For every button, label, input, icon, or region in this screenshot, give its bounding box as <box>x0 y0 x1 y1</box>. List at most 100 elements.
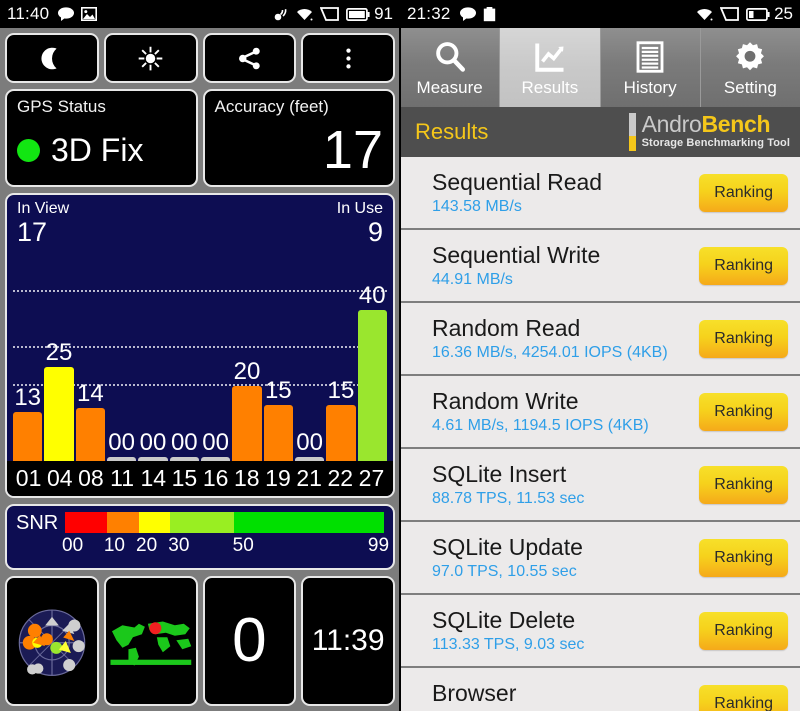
accuracy-label: Accuracy (feet) <box>214 97 329 116</box>
chart-bar-column: 13 <box>13 258 43 461</box>
night-mode-button[interactable] <box>5 33 99 83</box>
snr-legend-wrap: SNR 00 10 20 30 50 99 <box>0 501 400 573</box>
world-map-widget[interactable] <box>103 576 198 706</box>
chart-axis-label: 11 <box>110 465 135 491</box>
chart-bar-column: 15 <box>326 258 356 461</box>
chart-bar <box>357 310 387 461</box>
ranking-button[interactable]: Ranking <box>699 684 788 711</box>
benchmark-name: SQLite Insert <box>432 460 567 487</box>
gps-fix-value: 3D Fix <box>51 132 144 168</box>
benchmark-row-text: Random Write 4.61 MB/s, 1194.5 IOPS (4KB) <box>432 387 649 434</box>
radar-sky-icon <box>18 609 86 677</box>
tab-measure[interactable]: Measure <box>400 28 501 107</box>
tab-measure-label: Measure <box>416 78 483 97</box>
benchmark-row[interactable]: SQLite Update 97.0 TPS, 10.55 sec Ranking <box>400 522 800 595</box>
tab-setting[interactable]: Setting <box>700 28 800 107</box>
gps-status-label: GPS Status <box>17 97 106 116</box>
world-map-icon <box>110 621 192 666</box>
battery-icon <box>346 7 370 21</box>
benchmark-row-text: Browser77.0 msec <box>432 679 517 711</box>
chart-bar-value: 15 <box>264 376 292 404</box>
message-icon <box>58 7 75 21</box>
benchmark-value: 4.61 MB/s, 1194.5 IOPS (4KB) <box>432 416 649 434</box>
chart-bar-column: 00 <box>169 258 199 461</box>
gps-status-card[interactable]: GPS Status 3D Fix <box>5 89 198 187</box>
satellite-snr-chart[interactable]: In View 17 In Use 9 13 25 14 00 00 00 00 20 15 00… <box>5 193 395 498</box>
ranking-button[interactable]: Ranking <box>699 246 788 285</box>
ranking-button[interactable]: Ranking <box>699 392 788 431</box>
ranking-button[interactable]: Ranking <box>699 173 788 212</box>
benchmark-row[interactable]: SQLite Insert 88.78 TPS, 11.53 sec Ranking <box>400 449 800 522</box>
chart-bar-column: 00 <box>294 258 325 461</box>
tab-history[interactable]: History <box>600 28 701 107</box>
snr-tick-labels: 00 10 20 30 50 99 <box>62 535 389 557</box>
right-status-notification-icons <box>459 6 496 22</box>
in-view-block: In View 17 <box>17 200 69 246</box>
snr-tick-label: 20 <box>136 535 158 556</box>
overflow-menu-button[interactable] <box>301 33 395 83</box>
benchmark-name: Random Read <box>432 314 581 341</box>
ranking-button[interactable]: Ranking <box>699 538 788 577</box>
benchmark-row-text: SQLite Delete 113.33 TPS, 9.03 sec <box>432 608 585 653</box>
gear-icon <box>736 42 765 71</box>
benchmark-row[interactable]: Sequential Read 143.58 MB/s Ranking <box>400 157 800 230</box>
sky-view-widget[interactable] <box>5 576 99 706</box>
benchmark-row[interactable]: Sequential Write 44.91 MB/s Ranking <box>400 230 800 303</box>
benchmark-row[interactable]: Browser77.0 msec Ranking <box>400 668 800 711</box>
chart-bar-column: 20 <box>232 258 262 461</box>
share-icon <box>238 47 260 69</box>
share-button[interactable] <box>202 33 297 83</box>
chart-bar-value: 40 <box>358 282 386 310</box>
in-view-value: 17 <box>17 217 48 247</box>
androbench-logo: AndroBench Storage Benchmarking Tool <box>628 112 790 152</box>
accuracy-card[interactable]: Accuracy (feet) 17 <box>202 89 395 187</box>
chart-bar-column: 15 <box>263 258 293 461</box>
chart-bar-value: 20 <box>233 357 261 385</box>
wifi-icon <box>297 8 313 20</box>
screenshot-root: 11:40 91 GPS Status 3D Fix Accuracy (fee… <box>0 0 800 711</box>
left-status-notification-icons <box>58 7 98 21</box>
ranking-button[interactable]: Ranking <box>699 611 788 650</box>
benchmark-row[interactable]: SQLite Delete 113.33 TPS, 9.03 sec Ranking <box>400 595 800 668</box>
right-battery-percent: 25 <box>774 4 793 23</box>
chart-bar <box>326 404 356 461</box>
benchmark-value: 113.33 TPS, 9.03 sec <box>432 635 585 653</box>
androbench-tab-bar: Measure Results History Setting <box>400 28 800 107</box>
benchmark-name: Random Write <box>432 387 579 414</box>
message-icon <box>459 7 476 21</box>
chart-bar-value: 00 <box>139 429 167 456</box>
in-view-label: In View <box>17 200 70 217</box>
chart-bar <box>44 366 74 461</box>
benchmark-name: Sequential Read <box>432 168 603 195</box>
more-vertical-icon <box>345 47 351 69</box>
ranking-button[interactable]: Ranking <box>699 465 788 504</box>
benchmark-row-text: SQLite Insert 88.78 TPS, 11.53 sec <box>432 460 584 507</box>
brightness-button[interactable] <box>103 33 198 83</box>
speed-widget[interactable]: 0 <box>202 576 297 706</box>
clock-value: 11:39 <box>311 624 385 657</box>
chart-axis-label: 27 <box>358 465 385 491</box>
chart-axis-label: 16 <box>202 465 229 491</box>
chart-axis-label: 15 <box>171 465 198 491</box>
bottom-widgets-row: 0 11:39 <box>0 573 400 711</box>
benchmark-row[interactable]: Random Write 4.61 MB/s, 1194.5 IOPS (4KB)… <box>400 376 800 449</box>
chart-bar-column: 00 <box>138 258 168 461</box>
tab-history-label: History <box>623 78 677 97</box>
snr-gradient-bar <box>65 512 384 533</box>
in-use-label: In Use <box>336 200 383 217</box>
snr-label: SNR <box>16 512 59 534</box>
chart-axis-label: 22 <box>327 465 354 491</box>
clock-widget[interactable]: 11:39 <box>301 576 395 706</box>
snr-legend-card: SNR 00 10 20 30 50 99 <box>5 504 395 570</box>
snr-segment <box>170 512 235 533</box>
ranking-button[interactable]: Ranking <box>699 319 788 358</box>
benchmark-value: 16.36 MB/s, 4254.01 IOPS (4KB) <box>432 343 668 361</box>
chart-axis-label: 14 <box>140 465 167 491</box>
in-use-value: 9 <box>367 217 383 247</box>
benchmark-name: Browser <box>432 679 517 706</box>
tab-results[interactable]: Results <box>500 28 601 107</box>
benchmark-row[interactable]: Random Read 16.36 MB/s, 4254.01 IOPS (4KB… <box>400 303 800 376</box>
snr-tick-label: 00 <box>62 535 84 556</box>
snr-segment <box>106 512 139 533</box>
chart-bar-column: 40 <box>357 258 387 461</box>
